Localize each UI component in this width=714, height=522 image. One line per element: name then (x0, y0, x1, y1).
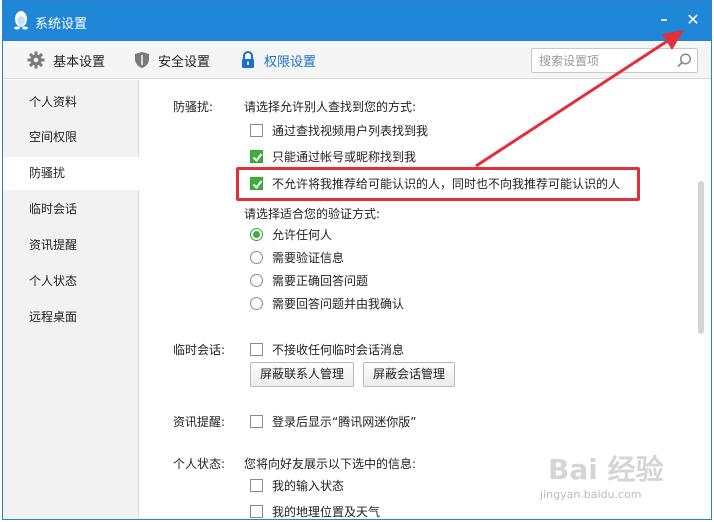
checkbox[interactable] (250, 123, 263, 137)
verify-option-answer-label: 需要正确回答问题 (272, 273, 369, 288)
temp-session-label: 临时会话: (173, 343, 226, 357)
personal-status-label: 个人状态: (173, 457, 226, 471)
search-icon[interactable] (676, 52, 693, 69)
verify-option-answer-confirm-label: 需要回答问题并由我确认 (272, 296, 405, 311)
radio[interactable] (250, 250, 263, 264)
radio[interactable] (250, 273, 263, 287)
status-option-location-label: 我的地理位置及天气 (272, 504, 381, 519)
find-option-account-only-label: 只能通过帐号或昵称找到我 (272, 149, 417, 164)
news-reminder-option[interactable]: 登录后显示“腾讯网迷你版” (250, 412, 416, 430)
shield-icon (135, 52, 149, 68)
annotation-highlight-box (236, 167, 640, 201)
verify-option-answer-confirm[interactable]: 需要回答问题并由我确认 (250, 294, 404, 312)
find-option-account-only[interactable]: 只能通过帐号或昵称找到我 (250, 147, 416, 165)
settings-window: 系统设置 – ✕ 基本设置 安全设置 权限设置 搜索设置项 个人资料 空间权限 … (2, 0, 712, 520)
tab-basic-settings[interactable]: 基本设置 (27, 41, 105, 79)
block-contacts-button[interactable]: 屏蔽联系人管理 (250, 362, 354, 387)
sidebar-item-temp-session[interactable]: 临时会话 (3, 193, 138, 226)
checkbox-checked[interactable] (250, 149, 263, 163)
settings-toolbar: 基本设置 安全设置 权限设置 (3, 41, 711, 79)
checkmark-icon (252, 152, 263, 162)
penguin-logo-icon (14, 11, 28, 30)
block-sessions-button[interactable]: 屏蔽会话管理 (363, 362, 455, 387)
lock-icon (242, 51, 254, 68)
baidu-jingyan-watermark: Bai 经验 jingyan.baidu.com (540, 448, 708, 508)
checkbox[interactable] (250, 478, 263, 492)
find-method-prompt: 请选择允许别人查找到您的方式: (244, 100, 417, 114)
tab-security-settings-label: 安全设置 (158, 54, 211, 70)
find-option-video-list-label: 通过查找视频用户列表找到我 (272, 123, 429, 138)
anti-harass-label: 防骚扰: (173, 100, 214, 114)
news-reminder-option-label: 登录后显示“腾讯网迷你版” (272, 414, 417, 429)
tab-security-settings[interactable]: 安全设置 (134, 41, 210, 79)
radio-selected[interactable] (250, 227, 263, 241)
sidebar-item-personal-status[interactable]: 个人状态 (3, 265, 138, 298)
tab-permission-settings[interactable]: 权限设置 (240, 41, 316, 79)
search-input[interactable] (532, 49, 672, 72)
tab-permission-settings-label: 权限设置 (264, 54, 317, 70)
checkbox[interactable] (250, 414, 263, 428)
minimize-button[interactable]: – (653, 9, 675, 31)
verify-option-message-label: 需要验证信息 (272, 250, 345, 265)
verify-option-answer[interactable]: 需要正确回答问题 (250, 271, 368, 289)
settings-sidebar: 个人资料 空间权限 防骚扰 临时会话 资讯提醒 个人状态 远程桌面 (3, 80, 139, 519)
sidebar-item-space-permission[interactable]: 空间权限 (3, 121, 138, 154)
sidebar-item-remote-desktop[interactable]: 远程桌面 (3, 301, 138, 334)
sidebar-item-profile[interactable]: 个人资料 (3, 86, 138, 119)
verify-method-prompt: 请选择适合您的验证方式: (244, 207, 381, 221)
news-reminder-label: 资讯提醒: (173, 415, 226, 429)
watermark-logo: Bai 经验 (548, 453, 664, 486)
checkbox[interactable] (250, 504, 263, 518)
title-bar[interactable]: 系统设置 – ✕ (3, 1, 711, 41)
find-option-video-list[interactable]: 通过查找视频用户列表找到我 (250, 121, 428, 139)
status-option-location[interactable]: 我的地理位置及天气 (250, 502, 381, 519)
close-button[interactable]: ✕ (682, 9, 704, 31)
sidebar-item-anti-harassment[interactable]: 防骚扰 (3, 157, 139, 190)
status-option-typing[interactable]: 我的输入状态 (250, 476, 344, 494)
personal-status-prompt: 您将向好友展示以下选中的信息: (244, 457, 417, 471)
verify-option-message[interactable]: 需要验证信息 (250, 248, 344, 266)
scrollbar-thumb[interactable] (698, 181, 704, 334)
search-box[interactable] (531, 48, 698, 73)
gear-icon (27, 51, 45, 69)
verify-option-anyone[interactable]: 允许任何人 (250, 225, 332, 243)
status-option-typing-label: 我的输入状态 (272, 478, 345, 493)
temp-session-option-label: 不接收任何临时会话消息 (272, 342, 405, 357)
tab-basic-settings-label: 基本设置 (53, 54, 106, 70)
radio[interactable] (250, 296, 263, 310)
watermark-url: jingyan.baidu.com (540, 488, 642, 501)
window-title: 系统设置 (35, 17, 88, 32)
verify-option-anyone-label: 允许任何人 (272, 227, 333, 242)
sidebar-item-news-reminder[interactable]: 资讯提醒 (3, 229, 138, 262)
checkbox[interactable] (250, 342, 263, 356)
temp-session-option[interactable]: 不接收任何临时会话消息 (250, 340, 404, 358)
